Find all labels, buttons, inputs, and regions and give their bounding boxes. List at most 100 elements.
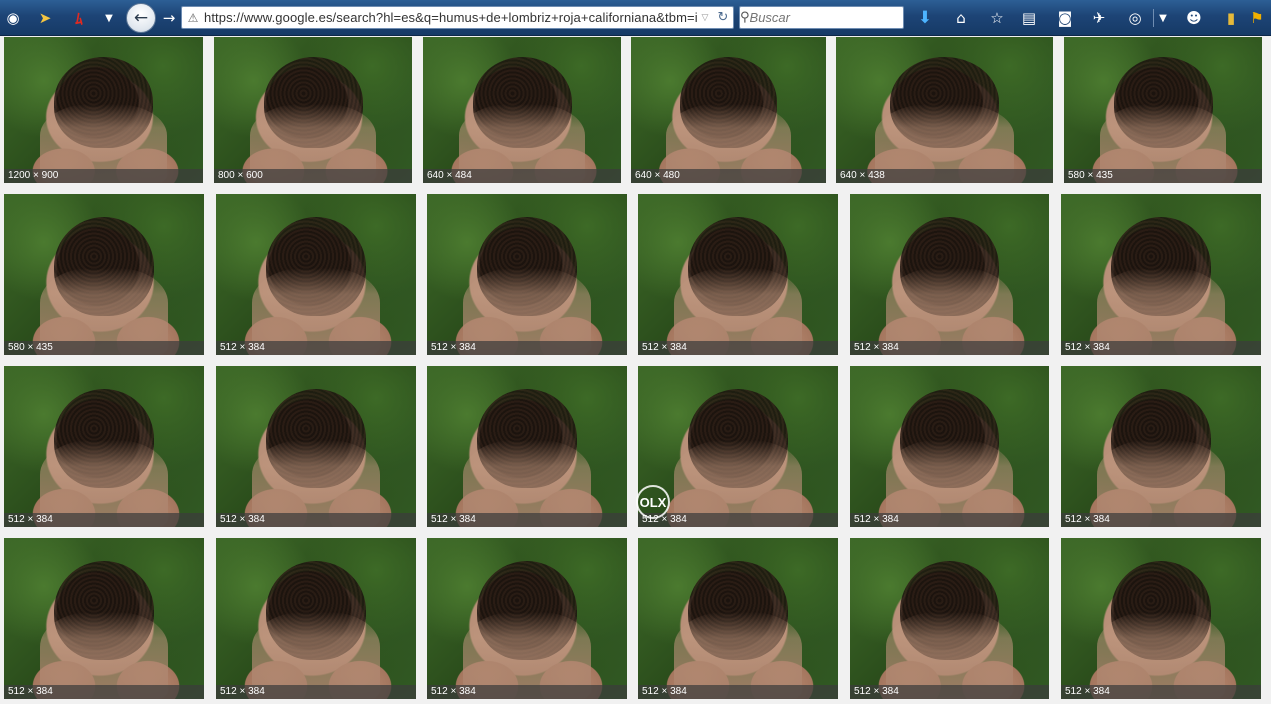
image-result[interactable]: 512 × 384 <box>216 538 416 699</box>
image-result[interactable]: 580 × 435 <box>1064 37 1262 183</box>
image-result[interactable]: 512 × 384 <box>1061 538 1261 699</box>
image-result[interactable]: 512 × 384 <box>638 194 838 355</box>
result-thumbnail[interactable] <box>638 194 838 355</box>
image-result[interactable]: 512 × 384 <box>216 366 416 527</box>
send-icon[interactable]: ✈ <box>1088 7 1110 29</box>
url-bar[interactable]: ⚠ https://www.google.es/search?hl=es&q=h… <box>181 6 734 29</box>
result-thumbnail[interactable] <box>4 194 204 355</box>
download-icon[interactable]: ⬇ <box>914 7 936 29</box>
result-thumbnail[interactable] <box>4 37 203 183</box>
reader-icon[interactable]: ▤ <box>1018 7 1040 29</box>
image-results-grid: 1200 × 900 800 × 600 640 × 484 640 × 480 640… <box>0 37 1271 704</box>
image-size-label: 512 × 384 <box>216 685 416 699</box>
bookmark-star-icon[interactable]: ☆ <box>986 7 1008 29</box>
image-size-label: 512 × 384 <box>427 685 627 699</box>
result-thumbnail[interactable] <box>1061 194 1261 355</box>
image-size-label: 512 × 384 <box>4 513 204 527</box>
result-thumbnail[interactable] <box>836 37 1053 183</box>
image-result[interactable]: 1200 × 900 <box>4 37 203 183</box>
image-result[interactable]: 800 × 600 <box>214 37 412 183</box>
image-size-label: 512 × 384 <box>1061 513 1261 527</box>
result-thumbnail[interactable] <box>638 538 838 699</box>
image-result[interactable]: 512 × 384 <box>427 366 627 527</box>
result-thumbnail[interactable] <box>631 37 826 183</box>
image-size-label: 512 × 384 <box>216 513 416 527</box>
image-result[interactable]: 512 × 384 <box>427 538 627 699</box>
url-history-dropdown-icon[interactable]: ▽ <box>697 12 713 23</box>
image-size-label: 512 × 384 <box>216 341 416 355</box>
home-icon[interactable]: ⌂ <box>950 7 972 29</box>
image-result[interactable]: 512 × 384 <box>850 194 1049 355</box>
image-size-label: 512 × 384 <box>427 341 627 355</box>
acrobat-icon[interactable]: ﾑ <box>68 7 90 29</box>
image-result[interactable]: 512 × 384 <box>638 538 838 699</box>
search-icon: ⚲ <box>740 10 750 25</box>
browser-toolbar: ◉ ➤ ﾑ ▼ ← → ⚠ https://www.google.es/sear… <box>0 0 1271 36</box>
image-result[interactable]: 512 × 384 <box>850 366 1049 527</box>
result-thumbnail[interactable] <box>1061 538 1261 699</box>
image-result[interactable]: 512 × 384 <box>4 366 204 527</box>
image-result[interactable]: 512 × 384 <box>4 538 204 699</box>
image-size-label: 512 × 384 <box>850 685 1049 699</box>
image-size-label: 512 × 384 <box>638 513 838 527</box>
image-result[interactable]: 512 × 384 <box>1061 194 1261 355</box>
image-size-label: 512 × 384 <box>850 341 1049 355</box>
menu-dropdown-icon[interactable]: ▼ <box>1152 7 1174 29</box>
image-result[interactable]: 512 × 384 <box>427 194 627 355</box>
result-thumbnail[interactable] <box>216 538 416 699</box>
pocket-icon[interactable]: ◙ <box>1054 7 1076 29</box>
result-thumbnail[interactable] <box>4 538 204 699</box>
image-size-label: 640 × 484 <box>423 169 621 183</box>
result-thumbnail[interactable] <box>214 37 412 183</box>
smiley-icon[interactable]: ☻ <box>1183 7 1205 29</box>
image-result[interactable]: 512 × 384 <box>216 194 416 355</box>
image-size-label: 512 × 384 <box>4 685 204 699</box>
image-size-label: 800 × 600 <box>214 169 412 183</box>
bookmark-icon[interactable]: ▮ <box>1220 7 1242 29</box>
result-thumbnail[interactable] <box>216 194 416 355</box>
image-result[interactable]: 640 × 438 <box>836 37 1053 183</box>
pointer-icon[interactable]: ➤ <box>34 7 56 29</box>
app-menu-icon[interactable]: ◉ <box>2 7 24 29</box>
result-thumbnail[interactable] <box>850 366 1049 527</box>
result-thumbnail[interactable] <box>427 366 627 527</box>
image-size-label: 512 × 384 <box>638 341 838 355</box>
olx-watermark: OLX <box>636 485 670 519</box>
chevron-down-icon[interactable]: ▼ <box>98 7 120 29</box>
result-thumbnail[interactable] <box>423 37 621 183</box>
image-size-label: 1200 × 900 <box>4 169 203 183</box>
image-size-label: 580 × 435 <box>1064 169 1262 183</box>
site-warning-icon[interactable]: ⚠ <box>182 7 204 28</box>
back-icon: ← <box>133 8 149 28</box>
image-size-label: 512 × 384 <box>427 513 627 527</box>
result-thumbnail[interactable] <box>4 366 204 527</box>
eye-icon[interactable]: ◎ <box>1124 7 1146 29</box>
image-result[interactable]: 512 × 384 <box>1061 366 1261 527</box>
flag-icon[interactable]: ⚑ <box>1246 7 1268 29</box>
reload-icon[interactable]: ↻ <box>713 10 733 25</box>
result-thumbnail[interactable] <box>850 538 1049 699</box>
image-result[interactable]: 640 × 484 <box>423 37 621 183</box>
image-size-label: 512 × 384 <box>638 685 838 699</box>
result-thumbnail[interactable] <box>427 538 627 699</box>
result-thumbnail[interactable] <box>1061 366 1261 527</box>
result-thumbnail[interactable] <box>1064 37 1262 183</box>
back-button[interactable]: ← <box>126 3 156 33</box>
image-size-label: 640 × 438 <box>836 169 1053 183</box>
image-size-label: 512 × 384 <box>1061 685 1261 699</box>
result-thumbnail[interactable] <box>850 194 1049 355</box>
forward-button[interactable]: → <box>158 7 180 29</box>
search-input[interactable] <box>749 7 903 28</box>
image-result[interactable]: 640 × 480 <box>631 37 826 183</box>
image-size-label: 640 × 480 <box>631 169 826 183</box>
forward-icon: → <box>162 9 176 27</box>
result-thumbnail[interactable] <box>427 194 627 355</box>
image-size-label: 512 × 384 <box>850 513 1049 527</box>
image-size-label: 512 × 384 <box>1061 341 1261 355</box>
image-result[interactable]: 512 × 384 <box>850 538 1049 699</box>
url-text[interactable]: https://www.google.es/search?hl=es&q=hum… <box>204 10 697 25</box>
image-size-label: 580 × 435 <box>4 341 204 355</box>
search-bar[interactable]: ⚲ ➜ <box>739 6 904 29</box>
image-result[interactable]: 580 × 435 <box>4 194 204 355</box>
result-thumbnail[interactable] <box>216 366 416 527</box>
